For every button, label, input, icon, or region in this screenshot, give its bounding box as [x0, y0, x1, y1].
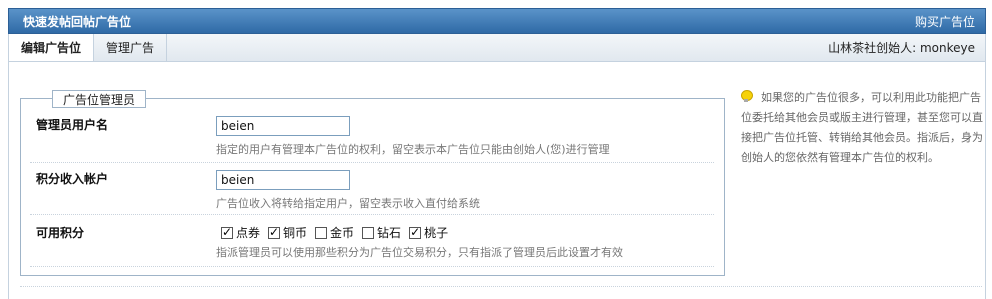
checkbox-label: 点券 [236, 226, 261, 240]
checkbox-label: 金币 [330, 226, 355, 240]
page-title: 快速发帖回帖广告位 [23, 14, 132, 29]
available-points-row: 可用积分 点券 铜币 金币 钻石 桃子 指派管理员可以使用那些积分为广告位交易积… [30, 224, 714, 264]
points-checkbox-group: 点券 铜币 金币 钻石 桃子 [221, 224, 448, 241]
checkbox[interactable] [315, 226, 328, 239]
buy-ad-slot-link[interactable]: 购买广告位 [915, 13, 975, 30]
tab-label: 管理广告 [106, 41, 155, 55]
checkbox[interactable] [362, 226, 375, 239]
bottom-divider [20, 286, 982, 287]
tab-manage-ads[interactable]: 管理广告 [94, 34, 168, 61]
tab-label: 编辑广告位 [21, 41, 82, 55]
checkbox[interactable] [221, 225, 233, 239]
fieldset-legend: 广告位管理员 [52, 90, 147, 108]
checkbox[interactable] [268, 225, 281, 239]
admin-username-hint: 指定的用户有管理本广告位的权利，留空表示本广告位只能由创始人(您)进行管理 [216, 143, 610, 156]
points-option-jinbi[interactable]: 金币 [315, 224, 354, 241]
lightbulb-icon [741, 90, 753, 102]
points-option-dianquan[interactable]: 点券 [221, 224, 260, 241]
row-divider [30, 214, 714, 215]
admin-username-label: 管理员用户名 [36, 118, 109, 132]
available-points-hint: 指派管理员可以使用那些积分为广告位交易积分，只有指派了管理员后此设置才有效 [216, 246, 623, 259]
income-account-row: 积分收入帐户 广告位收入将转给指定用户，留空表示收入直付给系统 [30, 170, 714, 214]
tab-bar: 编辑广告位 管理广告 山林茶社创始人: monkeye [8, 34, 986, 62]
row-divider [30, 162, 714, 163]
checkbox[interactable] [409, 225, 422, 239]
tab-edit-ad-slot[interactable]: 编辑广告位 [9, 34, 95, 61]
income-account-input[interactable] [216, 170, 350, 190]
available-points-label: 可用积分 [36, 226, 85, 240]
help-note-text: 如果您的广告位很多，可以利用此功能把广告位委托给其他会员或版主进行管理，甚至您可… [741, 91, 983, 164]
row-divider [30, 266, 714, 267]
founder-info: 山林茶社创始人: monkeye [828, 41, 975, 55]
admin-username-input[interactable] [216, 116, 350, 136]
income-account-label: 积分收入帐户 [36, 172, 109, 186]
checkbox-label: 铜币 [283, 226, 308, 240]
title-bar: 快速发帖回帖广告位 购买广告位 [8, 8, 986, 34]
admin-username-row: 管理员用户名 指定的用户有管理本广告位的权利，留空表示本广告位只能由创始人(您)… [30, 116, 714, 160]
help-note: 如果您的广告位很多，可以利用此功能把广告位委托给其他会员或版主进行管理，甚至您可… [741, 88, 987, 168]
checkbox-label: 钻石 [377, 226, 402, 240]
points-option-zuanshi[interactable]: 钻石 [362, 224, 401, 241]
income-account-hint: 广告位收入将转给指定用户，留空表示收入直付给系统 [216, 197, 480, 210]
checkbox-label: 桃子 [424, 226, 449, 240]
tab-bar-spacer [167, 34, 828, 61]
points-option-tongbi[interactable]: 铜币 [268, 224, 307, 241]
points-option-taozi[interactable]: 桃子 [409, 224, 448, 241]
